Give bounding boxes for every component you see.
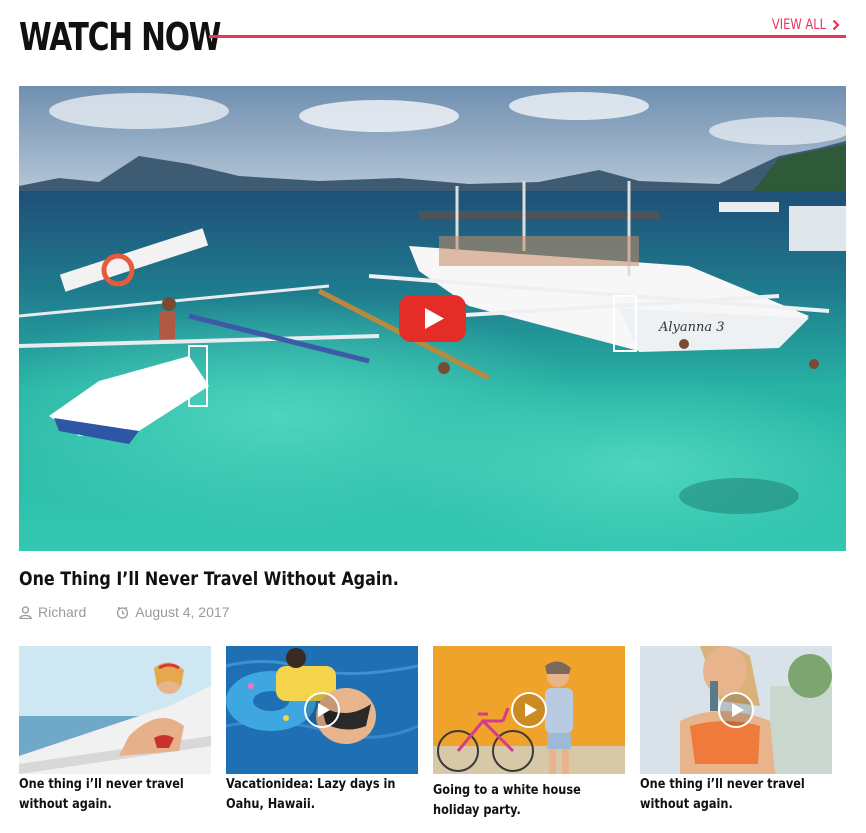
header-divider [209,35,846,38]
video-card[interactable]: Going to a white house holiday party. [433,646,625,820]
chevron-right-icon [832,19,840,31]
video-title[interactable]: One thing i’ll never travel without agai… [640,774,833,814]
view-all-label: VIEW ALL [771,17,826,33]
author-name[interactable]: Richard [38,604,86,620]
video-card[interactable]: One thing i’ll never travel without agai… [640,646,832,814]
video-card[interactable]: Vacationidea: Lazy days in Oahu, Hawaii. [226,646,418,814]
video-thumbnail[interactable] [433,646,625,774]
play-icon[interactable] [303,691,341,729]
boat-woman-image [19,646,211,774]
section-header: WATCH NOW VIEW ALL [19,12,846,62]
date-meta: August 4, 2017 [116,604,229,620]
author-meta[interactable]: Richard [19,604,86,620]
play-icon[interactable] [510,691,548,729]
featured-video-title[interactable]: One Thing I’ll Never Travel Without Agai… [19,568,399,590]
youtube-play-icon[interactable] [399,295,466,342]
post-date: August 4, 2017 [135,604,230,620]
video-thumbnail[interactable] [226,646,418,774]
view-all-link[interactable]: VIEW ALL [753,16,840,34]
video-title[interactable]: Going to a white house holiday party. [433,780,626,820]
play-icon[interactable] [717,691,755,729]
video-card[interactable]: One thing i’ll never travel without agai… [19,646,211,814]
video-title[interactable]: Vacationidea: Lazy days in Oahu, Hawaii. [226,774,419,814]
video-thumbnail[interactable] [640,646,832,774]
boat-name-text: Alyanna 3 [658,320,725,335]
featured-video-thumbnail[interactable]: Alyanna 3 [19,86,846,551]
featured-meta: Richard August 4, 2017 [19,604,259,620]
video-thumbnail[interactable] [19,646,211,774]
section-title: WATCH NOW [19,15,221,59]
user-icon [19,605,32,619]
video-title[interactable]: One thing i’ll never travel without agai… [19,774,212,814]
clock-icon [117,606,129,619]
